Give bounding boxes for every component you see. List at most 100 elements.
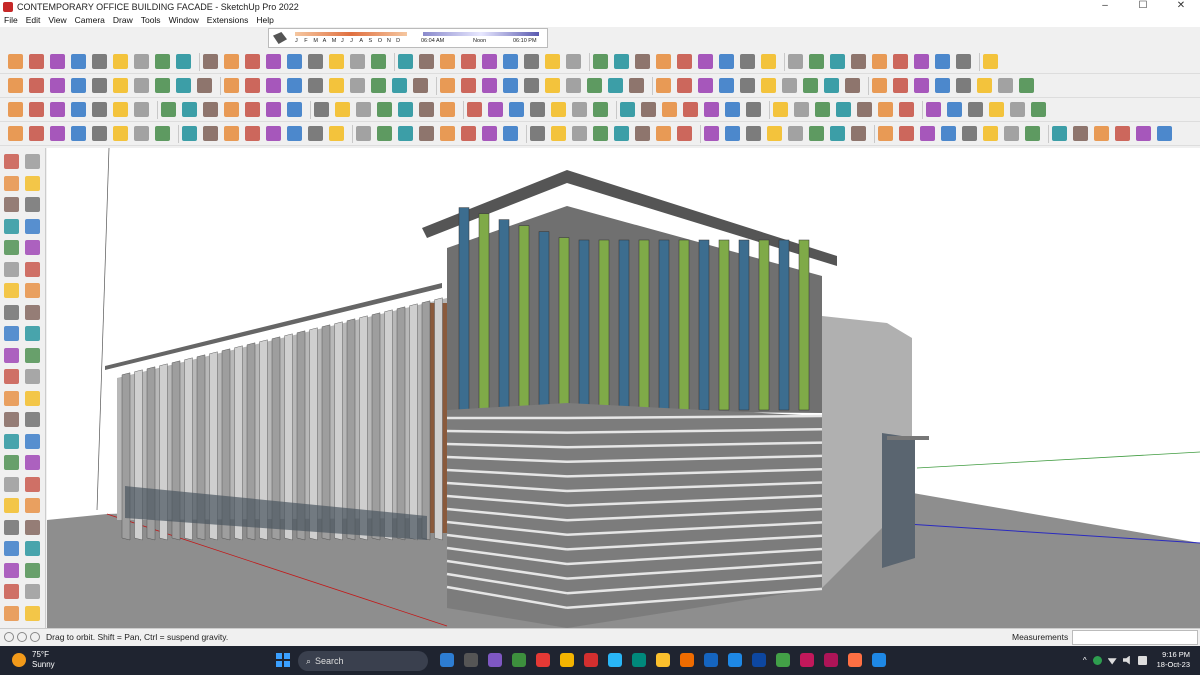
toolbar-tool-icon[interactable] xyxy=(176,54,191,69)
menu-edit[interactable]: Edit xyxy=(26,15,41,25)
taskbar-app-icon[interactable] xyxy=(680,653,694,667)
toolbar-tool-icon[interactable] xyxy=(926,102,941,117)
taskbar-app-icon[interactable] xyxy=(800,653,814,667)
tool-palette-icon[interactable] xyxy=(4,562,19,578)
tool-palette-icon[interactable] xyxy=(4,541,19,556)
toolbar-tool-icon[interactable] xyxy=(872,54,887,69)
toolbar-tool-icon[interactable] xyxy=(941,126,956,141)
toolbar-tool-icon[interactable] xyxy=(788,126,803,141)
toolbar-tool-icon[interactable] xyxy=(635,126,650,141)
toolbar-tool-icon[interactable] xyxy=(830,126,845,141)
menu-draw[interactable]: Draw xyxy=(113,15,133,25)
toolbar-tool-icon[interactable] xyxy=(968,102,983,117)
toolbar-tool-icon[interactable] xyxy=(989,102,1004,117)
credits-icon[interactable] xyxy=(17,632,27,642)
toolbar-tool-icon[interactable] xyxy=(308,54,323,69)
toolbar-tool-icon[interactable] xyxy=(851,126,866,141)
tool-palette-icon[interactable] xyxy=(25,412,40,427)
toolbar-tool-icon[interactable] xyxy=(719,54,734,69)
toolbar-tool-icon[interactable] xyxy=(482,54,497,69)
toolbar-tool-icon[interactable] xyxy=(71,102,86,117)
toolbar-tool-icon[interactable] xyxy=(266,78,281,93)
toolbar-tool-icon[interactable] xyxy=(620,102,635,117)
toolbar-tool-icon[interactable] xyxy=(182,102,197,117)
toolbar-tool-icon[interactable] xyxy=(350,78,365,93)
toolbar-tool-icon[interactable] xyxy=(356,102,371,117)
toolbar-tool-icon[interactable] xyxy=(725,126,740,141)
toolbar-tool-icon[interactable] xyxy=(1031,102,1046,117)
toolbar-tool-icon[interactable] xyxy=(899,126,914,141)
toolbar-tool-icon[interactable] xyxy=(398,102,413,117)
toolbar-tool-icon[interactable] xyxy=(782,78,797,93)
taskbar-app-icon[interactable] xyxy=(824,653,838,667)
toolbar-tool-icon[interactable] xyxy=(245,54,260,69)
toolbar-tool-icon[interactable] xyxy=(29,102,44,117)
tool-palette-icon[interactable] xyxy=(4,283,19,298)
menu-camera[interactable]: Camera xyxy=(75,15,105,25)
maximize-button[interactable]: ☐ xyxy=(1124,0,1162,13)
geo-location-icon[interactable] xyxy=(4,632,14,642)
toolbar-tool-icon[interactable] xyxy=(851,54,866,69)
toolbar-tool-icon[interactable] xyxy=(530,102,545,117)
toolbar-tool-icon[interactable] xyxy=(245,78,260,93)
tool-palette-icon[interactable] xyxy=(4,390,19,406)
tool-palette-icon[interactable] xyxy=(4,175,19,191)
toolbar-tool-icon[interactable] xyxy=(356,126,371,141)
tool-palette-icon[interactable] xyxy=(4,347,19,363)
taskbar-app-icon[interactable] xyxy=(728,653,742,667)
toolbar-tool-icon[interactable] xyxy=(440,54,455,69)
battery-icon[interactable] xyxy=(1137,655,1147,665)
toolbar-tool-icon[interactable] xyxy=(935,54,950,69)
toolbar-tool-icon[interactable] xyxy=(503,126,518,141)
tool-palette-icon[interactable] xyxy=(4,498,19,513)
toolbar-tool-icon[interactable] xyxy=(50,78,65,93)
menu-file[interactable]: File xyxy=(4,15,18,25)
toolbar-tool-icon[interactable] xyxy=(314,102,329,117)
tool-palette-icon[interactable] xyxy=(25,433,40,449)
toolbar-tool-icon[interactable] xyxy=(677,54,692,69)
toolbar-tool-icon[interactable] xyxy=(482,78,497,93)
toolbar-tool-icon[interactable] xyxy=(1157,126,1172,141)
toolbar-tool-icon[interactable] xyxy=(503,54,518,69)
tool-palette-icon[interactable] xyxy=(4,154,19,169)
tool-palette-icon[interactable] xyxy=(25,347,40,363)
taskbar-app-icon[interactable] xyxy=(776,653,790,667)
tool-palette-icon[interactable] xyxy=(25,605,40,621)
toolbar-tool-icon[interactable] xyxy=(8,54,23,69)
toolbar-tool-icon[interactable] xyxy=(914,78,929,93)
toolbar-tool-icon[interactable] xyxy=(962,126,977,141)
date-slider[interactable] xyxy=(295,32,407,36)
volume-icon[interactable] xyxy=(1122,655,1130,665)
taskbar-app-icon[interactable] xyxy=(848,653,862,667)
toolbar-tool-icon[interactable] xyxy=(440,102,455,117)
toolbar-tool-icon[interactable] xyxy=(1073,126,1088,141)
chevron-up-icon[interactable]: ^ xyxy=(1083,656,1087,665)
toolbar-tool-icon[interactable] xyxy=(377,126,392,141)
tool-palette-icon[interactable] xyxy=(4,240,19,255)
toolbar-tool-icon[interactable] xyxy=(947,102,962,117)
toolbar-tool-icon[interactable] xyxy=(71,126,86,141)
toolbar-tool-icon[interactable] xyxy=(350,54,365,69)
toolbar-tool-icon[interactable] xyxy=(509,102,524,117)
menu-extensions[interactable]: Extensions xyxy=(207,15,249,25)
toolbar-tool-icon[interactable] xyxy=(608,78,623,93)
toolbar-tool-icon[interactable] xyxy=(503,78,518,93)
toolbar-tool-icon[interactable] xyxy=(698,78,713,93)
tool-palette-icon[interactable] xyxy=(25,175,40,191)
toolbar-tool-icon[interactable] xyxy=(956,78,971,93)
toolbar-tool-icon[interactable] xyxy=(134,78,149,93)
toolbar-tool-icon[interactable] xyxy=(872,78,887,93)
toolbar-tool-icon[interactable] xyxy=(419,126,434,141)
toolbar-tool-icon[interactable] xyxy=(287,126,302,141)
tool-palette-icon[interactable] xyxy=(25,455,40,470)
taskbar-app-icon[interactable] xyxy=(440,653,454,667)
toolbar-tool-icon[interactable] xyxy=(482,126,497,141)
toolbar-tool-icon[interactable] xyxy=(956,54,971,69)
toolbar-tool-icon[interactable] xyxy=(266,126,281,141)
toolbar-tool-icon[interactable] xyxy=(656,54,671,69)
toolbar-tool-icon[interactable] xyxy=(245,126,260,141)
tool-palette-icon[interactable] xyxy=(25,476,40,492)
tool-palette-icon[interactable] xyxy=(25,304,40,320)
taskbar-search[interactable]: ⌕ Search xyxy=(298,651,428,671)
toolbar-tool-icon[interactable] xyxy=(113,78,128,93)
